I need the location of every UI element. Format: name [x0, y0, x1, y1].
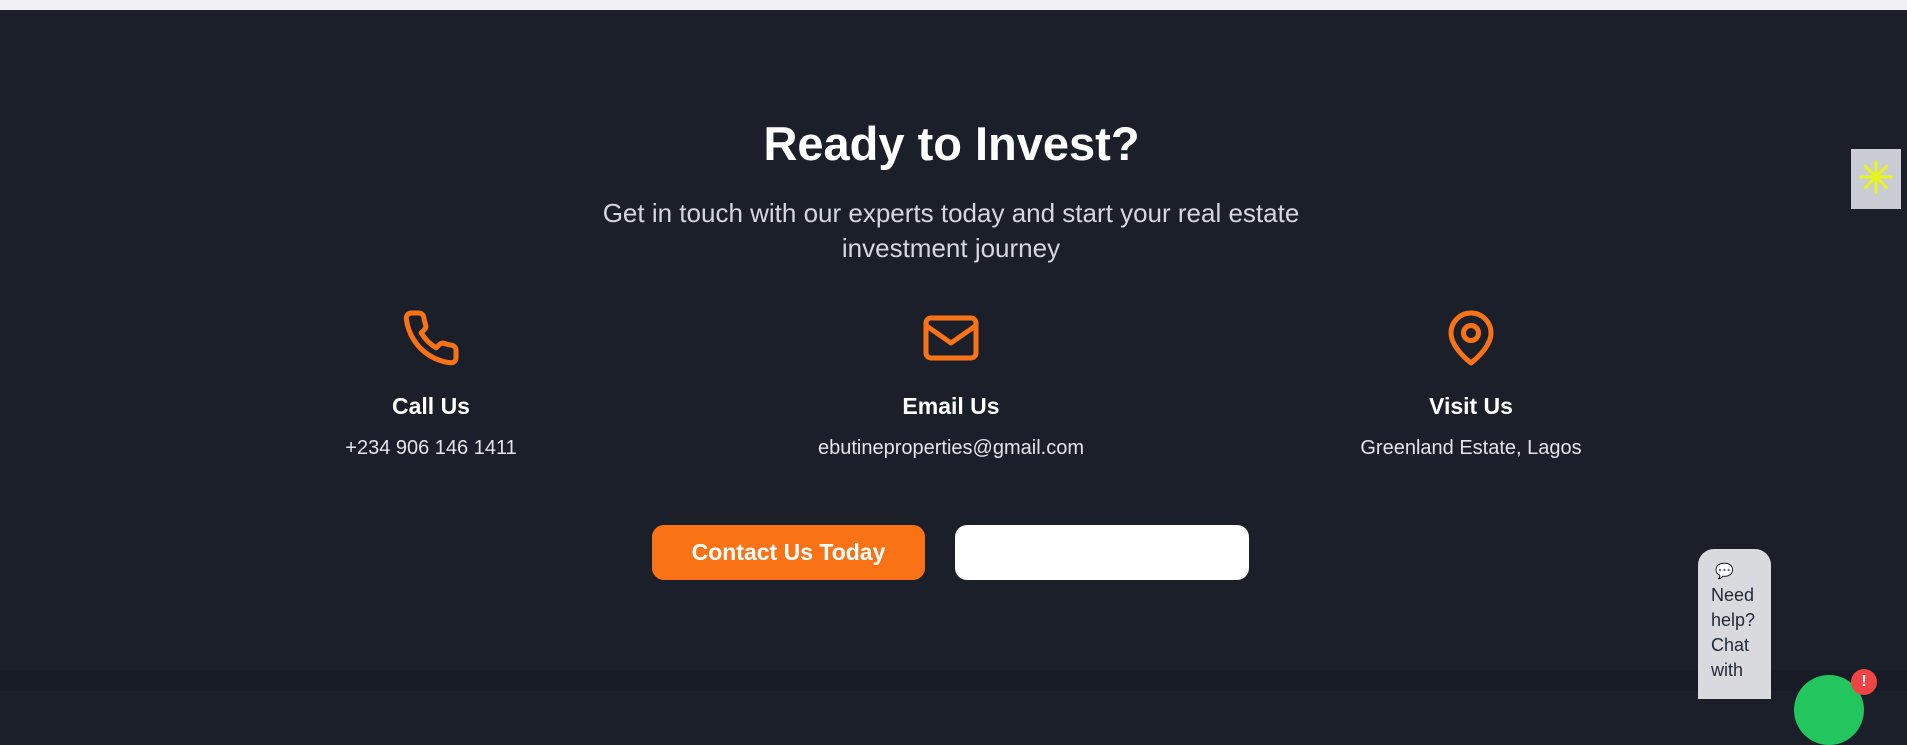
phone-icon — [401, 308, 461, 368]
top-page-strip — [0, 0, 1907, 10]
secondary-button[interactable] — [955, 525, 1249, 580]
footer-edge — [0, 670, 1907, 691]
email-address: ebutineproperties@gmail.com — [818, 437, 1084, 459]
map-pin-icon — [1441, 308, 1501, 368]
notification-badge: ! — [1851, 669, 1877, 695]
chat-prompt-bubble[interactable]: 💬 Need help? Chat with — [1698, 549, 1771, 699]
cta-title: Ready to Invest? — [763, 117, 1140, 170]
contact-card-email: Email Us ebutineproperties@gmail.com — [741, 308, 1161, 468]
contact-card-visit: Visit Us Greenland Estate, Lagos — [1261, 308, 1681, 468]
chat-prompt-text: Need help? Chat with — [1711, 585, 1756, 680]
cta-subtitle: Get in touch with our experts today and … — [602, 198, 1300, 263]
accessibility-widget-button[interactable] — [1851, 149, 1901, 209]
mail-icon — [921, 308, 981, 368]
contact-heading: Email Us — [902, 393, 1000, 419]
contact-heading: Call Us — [392, 393, 470, 419]
contact-heading: Visit Us — [1429, 393, 1513, 419]
contact-us-button[interactable]: Contact Us Today — [652, 525, 925, 580]
cta-section: Ready to Invest? Get in touch with our e… — [0, 10, 1907, 670]
contact-card-call: Call Us +234 906 146 1411 — [221, 308, 641, 468]
speech-bubble-icon: 💬 — [1715, 563, 1734, 580]
asterisk-icon — [1857, 158, 1895, 201]
address: Greenland Estate, Lagos — [1360, 437, 1582, 459]
phone-number: +234 906 146 1411 — [345, 437, 517, 459]
